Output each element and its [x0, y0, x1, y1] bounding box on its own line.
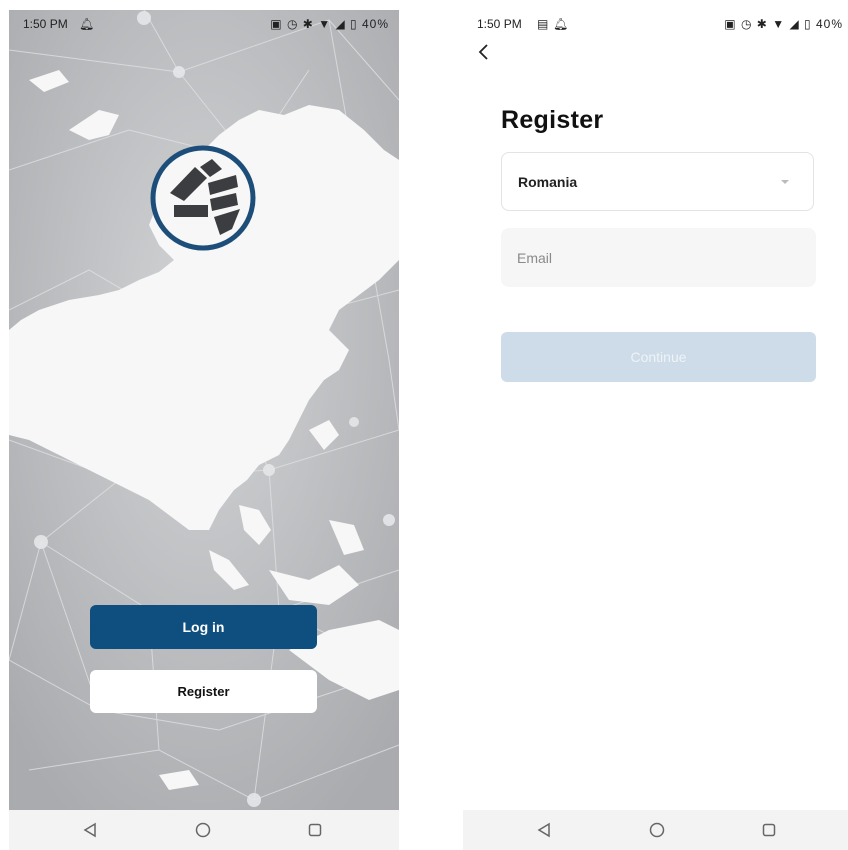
wifi-icon: ▼ [772, 17, 786, 31]
bluetooth-icon: ✱ [756, 17, 768, 31]
country-select[interactable]: Romania [501, 152, 814, 211]
battery-percent: 40% [361, 17, 389, 31]
status-icons: ▣ ◷ ✱ ▼ ◢ ▯ 40% [724, 17, 843, 31]
bell-icon: 🔔︎ [79, 17, 95, 31]
nav-recents-icon[interactable] [760, 821, 778, 839]
status-icons: ▣ ◷ ✱ ▼ ◢ ▯ 40% [270, 17, 389, 31]
register-screen: 1:50 PM ▤ 🔔︎ ▣ ◷ ✱ ▼ ◢ ▯ 40% Register Ro… [463, 10, 848, 850]
app-logo [150, 145, 256, 251]
status-time: 1:50 PM [477, 17, 522, 31]
signal-icon: ◢ [789, 17, 800, 31]
register-button[interactable]: Register [90, 670, 317, 713]
alarm-icon: ◷ [286, 17, 299, 31]
nav-back-icon[interactable] [535, 821, 553, 839]
battery-percent: 40% [815, 17, 843, 31]
page-title: Register [501, 106, 604, 134]
country-value: Romania [518, 174, 578, 190]
navigation-bar [9, 810, 399, 850]
bell-icon: 🔔︎ [553, 17, 569, 31]
wifi-icon: ▼ [318, 17, 332, 31]
login-button[interactable]: Log in [90, 605, 317, 649]
continue-button[interactable]: Continue [501, 332, 816, 382]
back-arrow-icon[interactable] [477, 43, 491, 61]
nav-home-icon[interactable] [194, 821, 212, 839]
status-bar: 1:50 PM 🔔︎ ▣ ◷ ✱ ▼ ◢ ▯ 40% [9, 10, 399, 36]
status-time: 1:50 PM [23, 17, 68, 31]
signal-icon: ◢ [335, 17, 346, 31]
gallery-icon: ▤ [537, 17, 549, 31]
bluetooth-icon: ✱ [302, 17, 314, 31]
nav-recents-icon[interactable] [306, 821, 324, 839]
battery-icon: ▯ [804, 17, 812, 31]
nav-back-icon[interactable] [81, 821, 99, 839]
nfc-icon: ▣ [270, 17, 283, 31]
navigation-bar [463, 810, 848, 850]
email-field[interactable] [501, 228, 816, 287]
welcome-screen: 1:50 PM 🔔︎ ▣ ◷ ✱ ▼ ◢ ▯ 40% Log in Regist… [9, 10, 399, 850]
status-bar: 1:50 PM ▤ 🔔︎ ▣ ◷ ✱ ▼ ◢ ▯ 40% [463, 10, 848, 36]
nav-home-icon[interactable] [648, 821, 666, 839]
alarm-icon: ◷ [740, 17, 753, 31]
nfc-icon: ▣ [724, 17, 737, 31]
battery-icon: ▯ [350, 17, 358, 31]
dropdown-caret-icon [781, 180, 789, 184]
